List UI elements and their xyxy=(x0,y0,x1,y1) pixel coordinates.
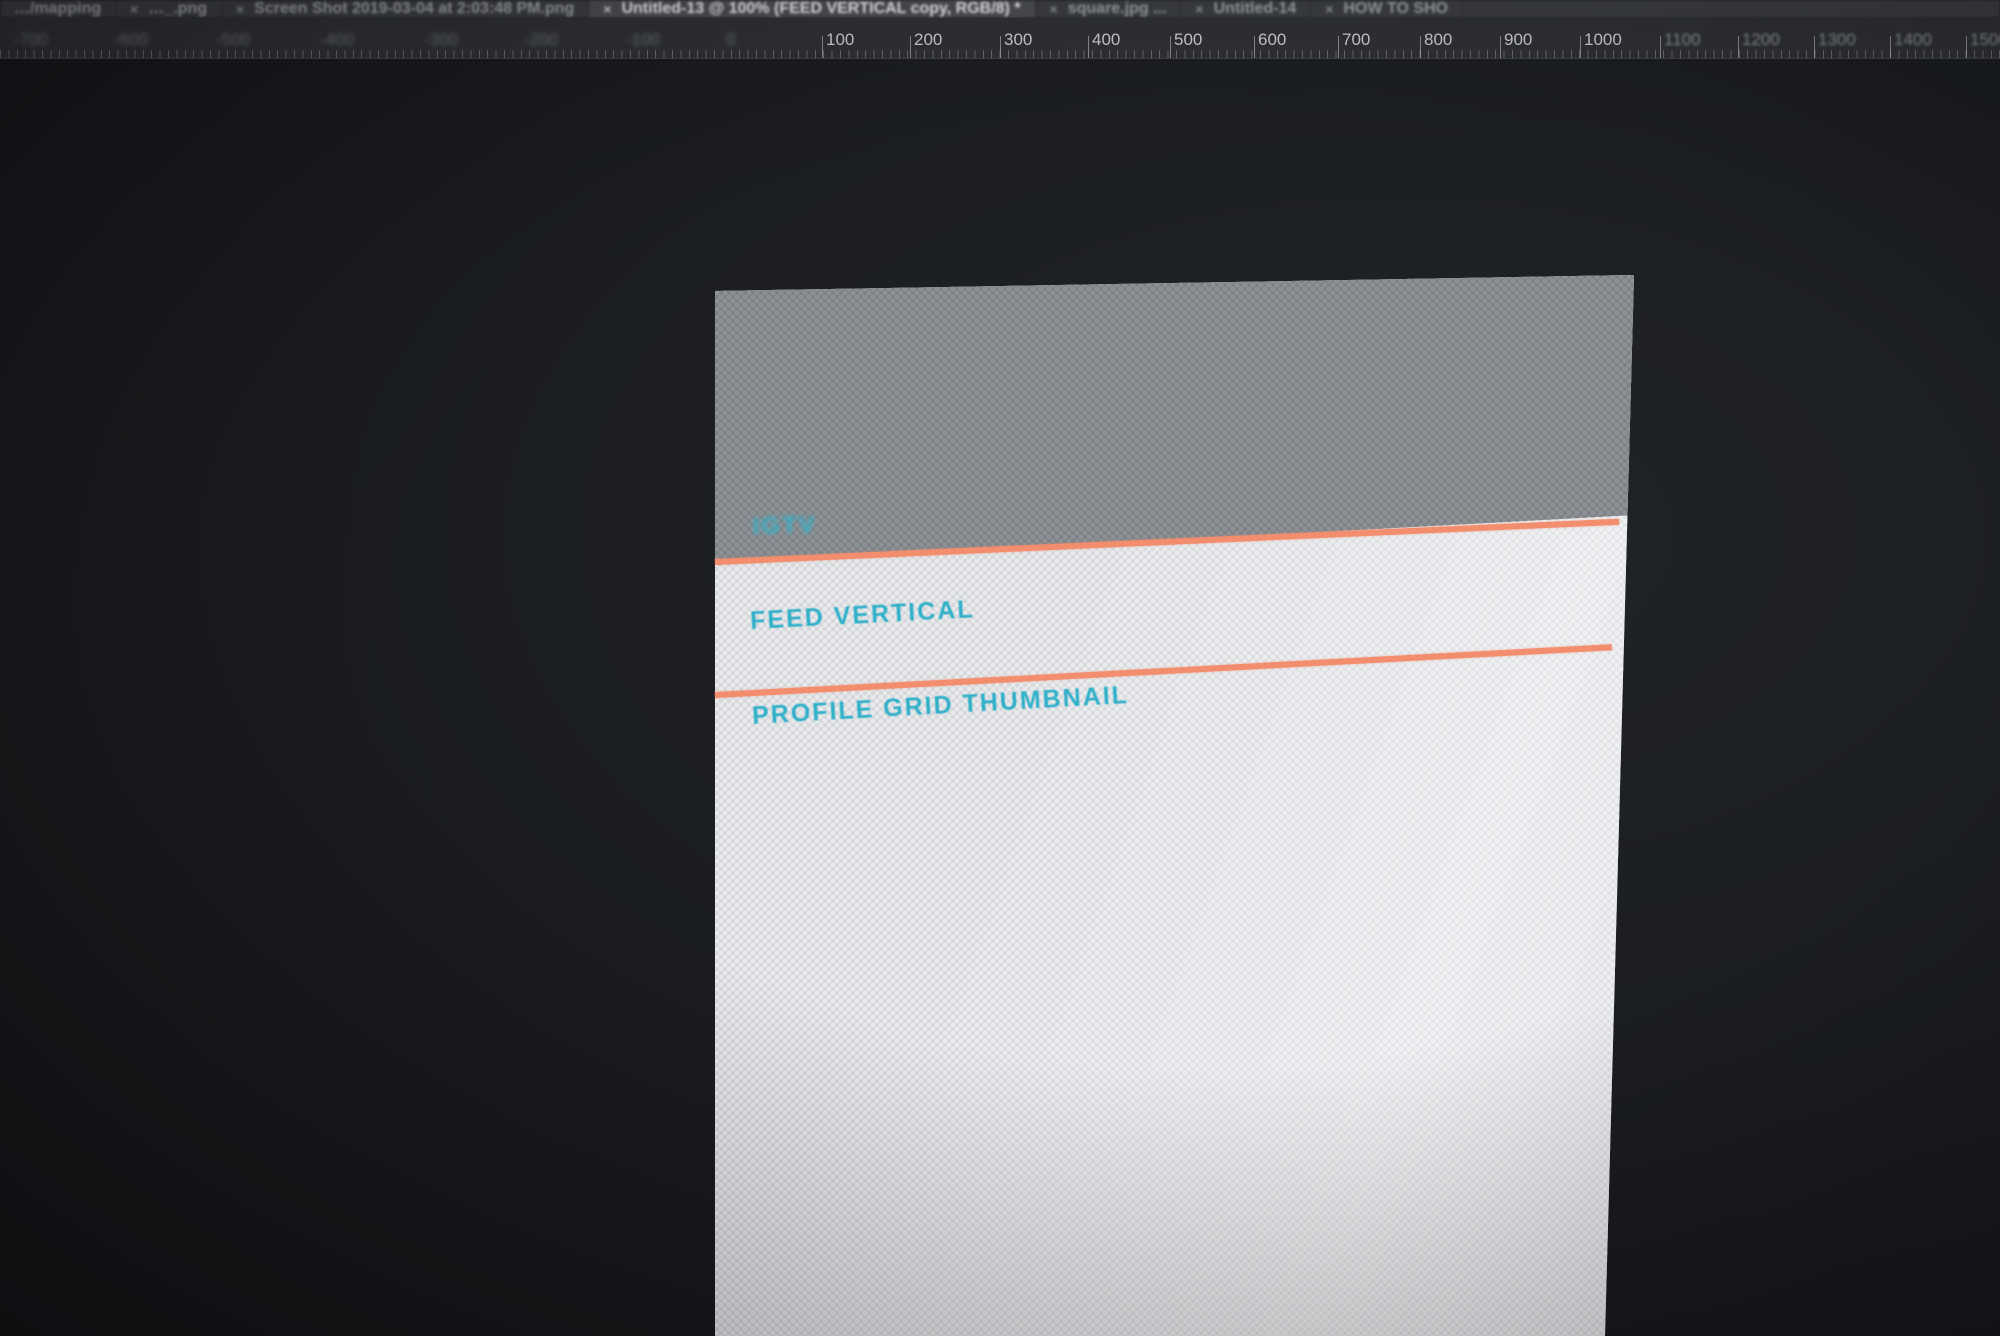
tab-label: square.jpg ... xyxy=(1067,0,1167,17)
ruler-label: 400 xyxy=(1092,30,1121,49)
ruler-label: 700 xyxy=(1342,30,1371,49)
tab-untitled-13[interactable]: × Untitled-13 @ 100% (FEED VERTICAL copy… xyxy=(589,0,1036,18)
ruler-major-tick xyxy=(1000,36,1001,58)
ruler-label: -300 xyxy=(424,30,459,49)
tab-square-jpg[interactable]: × square.jpg ... xyxy=(1036,0,1182,18)
tab-label: Screen Shot 2019-03-04 at 2:03:48 PM.png xyxy=(254,0,575,17)
photo-editor-screen: …/mapping × …_.png × Screen Shot 2019-03… xyxy=(0,0,2000,1336)
close-icon[interactable]: × xyxy=(1325,1,1333,17)
horizontal-ruler[interactable]: -700 -600 -500 -400 -300 -200 -100 0 100 200 300 40… xyxy=(0,18,2000,59)
document-canvas[interactable]: IGTV FEED VERTICAL PROFILE GRID THUMBNAI… xyxy=(714,275,1634,1336)
ruler-major-tick xyxy=(1966,36,1967,58)
tab-label: Untitled-13 @ 100% (FEED VERTICAL copy, … xyxy=(621,0,1021,17)
tab-label: …/mapping xyxy=(14,0,102,17)
ruler-major-tick xyxy=(822,36,823,58)
ruler-major-tick xyxy=(1088,36,1089,58)
tab-label: …_.png xyxy=(148,0,207,17)
ruler-label: 1000 xyxy=(1584,30,1622,49)
tab-untitled-14[interactable]: × Untitled-14 xyxy=(1181,0,1312,18)
ruler-label: 0 xyxy=(726,30,736,49)
ruler-major-tick xyxy=(1660,36,1661,58)
ruler-label: 500 xyxy=(1174,30,1203,49)
tab-how-to[interactable]: × HOW TO SHO xyxy=(1311,0,1464,18)
ruler-major-tick xyxy=(1890,36,1891,58)
ruler-label: 200 xyxy=(914,30,943,49)
ruler-label: 1100 xyxy=(1664,30,1701,49)
ruler-label: -200 xyxy=(524,30,559,49)
tab-label: HOW TO SHO xyxy=(1343,0,1449,17)
ruler-label: -100 xyxy=(626,30,661,49)
ruler-label: 600 xyxy=(1258,30,1287,49)
feed-vertical-label: FEED VERTICAL xyxy=(749,595,976,636)
ruler-label: 1200 xyxy=(1742,30,1780,49)
ruler-major-tick xyxy=(1338,36,1339,58)
ruler-major-tick xyxy=(1738,36,1739,58)
ruler-label: -600 xyxy=(114,30,149,49)
ruler-major-tick xyxy=(1500,36,1501,58)
ruler-major-tick xyxy=(1254,36,1255,58)
ruler-label: 900 xyxy=(1504,30,1533,49)
ruler-label: 800 xyxy=(1424,30,1453,49)
ruler-label: 1400 xyxy=(1894,30,1932,49)
close-icon[interactable]: × xyxy=(236,1,244,17)
igtv-label: IGTV xyxy=(752,511,817,541)
document-tab-bar: …/mapping × …_.png × Screen Shot 2019-03… xyxy=(0,0,2000,18)
ruler-major-tick xyxy=(1170,36,1171,58)
ruler-label: 1300 xyxy=(1818,30,1856,49)
guide-line[interactable] xyxy=(714,644,1612,698)
tab-png[interactable]: × …_.png xyxy=(116,0,222,18)
tab-label: Untitled-14 xyxy=(1213,0,1297,17)
ruler-label: -700 xyxy=(14,30,49,49)
close-icon[interactable]: × xyxy=(1050,1,1058,17)
ruler-major-tick xyxy=(1580,36,1581,58)
close-icon[interactable]: × xyxy=(603,1,611,17)
close-icon[interactable]: × xyxy=(1195,1,1203,17)
ruler-label: -400 xyxy=(320,30,355,49)
ruler-major-tick xyxy=(1420,36,1421,58)
ruler-label: 1500 xyxy=(1970,30,2000,49)
tab-mapping[interactable]: …/mapping xyxy=(0,0,117,18)
ruler-label: 100 xyxy=(826,30,855,49)
ruler-major-tick xyxy=(1814,36,1815,58)
close-icon[interactable]: × xyxy=(130,1,138,17)
tab-screenshot[interactable]: × Screen Shot 2019-03-04 at 2:03:48 PM.p… xyxy=(222,0,590,18)
ruler-major-tick xyxy=(910,36,911,58)
ruler-label: -500 xyxy=(216,30,251,49)
ruler-label: 300 xyxy=(1004,30,1033,49)
